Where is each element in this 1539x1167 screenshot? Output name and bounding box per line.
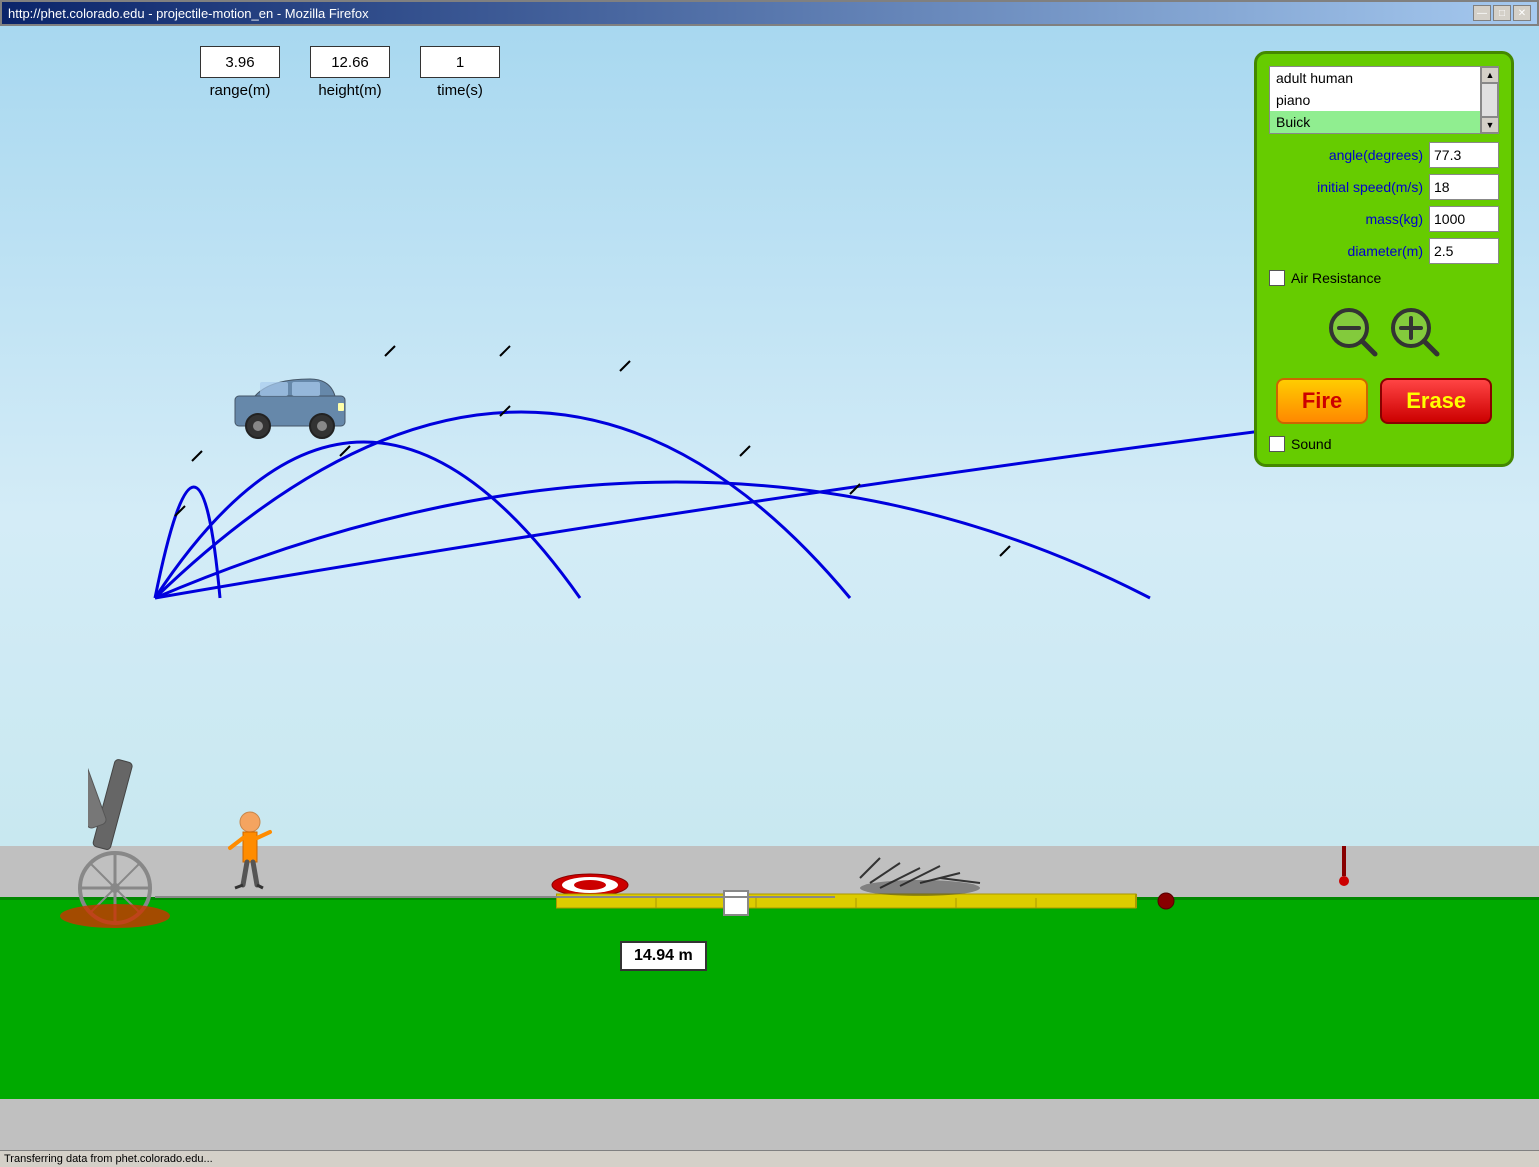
stats-area: range(m) height(m) time(s) (200, 46, 500, 99)
zoom-area (1269, 306, 1499, 363)
scroll-up-button[interactable]: ▲ (1481, 67, 1499, 83)
status-bar: Transferring data from phet.colorado.edu… (0, 1150, 1539, 1167)
range-input[interactable] (200, 46, 280, 78)
time-input[interactable] (420, 46, 500, 78)
mass-input[interactable] (1429, 206, 1499, 232)
scroll-track (1481, 83, 1498, 117)
diameter-label: diameter(m) (1348, 243, 1423, 259)
sound-label: Sound (1291, 436, 1331, 452)
listbox-item-buick[interactable]: Buick (1270, 111, 1480, 133)
listbox-items: adult human piano Buick (1270, 67, 1480, 133)
speed-label: initial speed(m/s) (1317, 179, 1423, 195)
window-controls[interactable]: — □ ✕ (1473, 5, 1531, 21)
title-bar: http://phet.colorado.edu - projectile-mo… (2, 2, 1537, 24)
range-stat: range(m) (200, 46, 280, 99)
status-text: Transferring data from phet.colorado.edu… (4, 1153, 213, 1165)
crash-marks (850, 848, 1000, 898)
measurement-display: 14.94 m (620, 941, 707, 971)
cannon-barrel-2 (88, 726, 208, 906)
height-stat: height(m) (310, 46, 390, 99)
zoom-out-button[interactable] (1327, 306, 1379, 363)
fire-button[interactable]: Fire (1276, 378, 1368, 424)
speed-row: initial speed(m/s) (1269, 174, 1499, 200)
diameter-input[interactable] (1429, 238, 1499, 264)
ground (0, 899, 1539, 1099)
far-impact-marker (1334, 846, 1354, 886)
diameter-row: diameter(m) (1269, 238, 1499, 264)
height-label: height(m) (318, 82, 381, 99)
air-resistance-checkbox[interactable] (1269, 270, 1285, 286)
minimize-icon: — (1477, 8, 1487, 19)
car-projectile (230, 371, 360, 441)
action-buttons: Fire Erase (1269, 378, 1499, 424)
mass-label: mass(kg) (1365, 211, 1423, 227)
close-button[interactable]: ✕ (1513, 5, 1531, 21)
maximize-button[interactable]: □ (1493, 5, 1511, 21)
time-label: time(s) (437, 82, 483, 99)
sound-checkbox[interactable] (1269, 436, 1285, 452)
air-resistance-row: Air Resistance (1269, 270, 1499, 286)
simulation-container: range(m) height(m) time(s) (0, 26, 1539, 1146)
air-resistance-label: Air Resistance (1291, 270, 1381, 286)
range-line (155, 896, 835, 898)
minimize-button[interactable]: — (1473, 5, 1491, 21)
person-figure (225, 810, 275, 900)
speed-input[interactable] (1429, 174, 1499, 200)
range-label: range(m) (210, 82, 271, 99)
scroll-down-button[interactable]: ▼ (1481, 117, 1499, 133)
control-panel: adult human piano Buick ▲ ▼ angle(degree… (1254, 51, 1514, 467)
listbox-scrollbar[interactable]: ▲ ▼ (1480, 67, 1498, 133)
zoom-in-button[interactable] (1389, 306, 1441, 363)
listbox-item-adult-human[interactable]: adult human (1270, 67, 1480, 89)
listbox-item-piano[interactable]: piano (1270, 89, 1480, 111)
time-stat: time(s) (420, 46, 500, 99)
measurement-value: 14.94 m (634, 947, 693, 964)
angle-input[interactable] (1429, 142, 1499, 168)
erase-button[interactable]: Erase (1380, 378, 1492, 424)
maximize-icon: □ (1499, 8, 1505, 19)
object-listbox[interactable]: adult human piano Buick ▲ ▼ (1269, 66, 1499, 134)
mass-row: mass(kg) (1269, 206, 1499, 232)
sound-row: Sound (1269, 436, 1499, 452)
close-icon: ✕ (1518, 8, 1526, 19)
angle-label: angle(degrees) (1329, 147, 1423, 163)
window-title: http://phet.colorado.edu - projectile-mo… (8, 6, 369, 21)
height-input[interactable] (310, 46, 390, 78)
angle-row: angle(degrees) (1269, 142, 1499, 168)
